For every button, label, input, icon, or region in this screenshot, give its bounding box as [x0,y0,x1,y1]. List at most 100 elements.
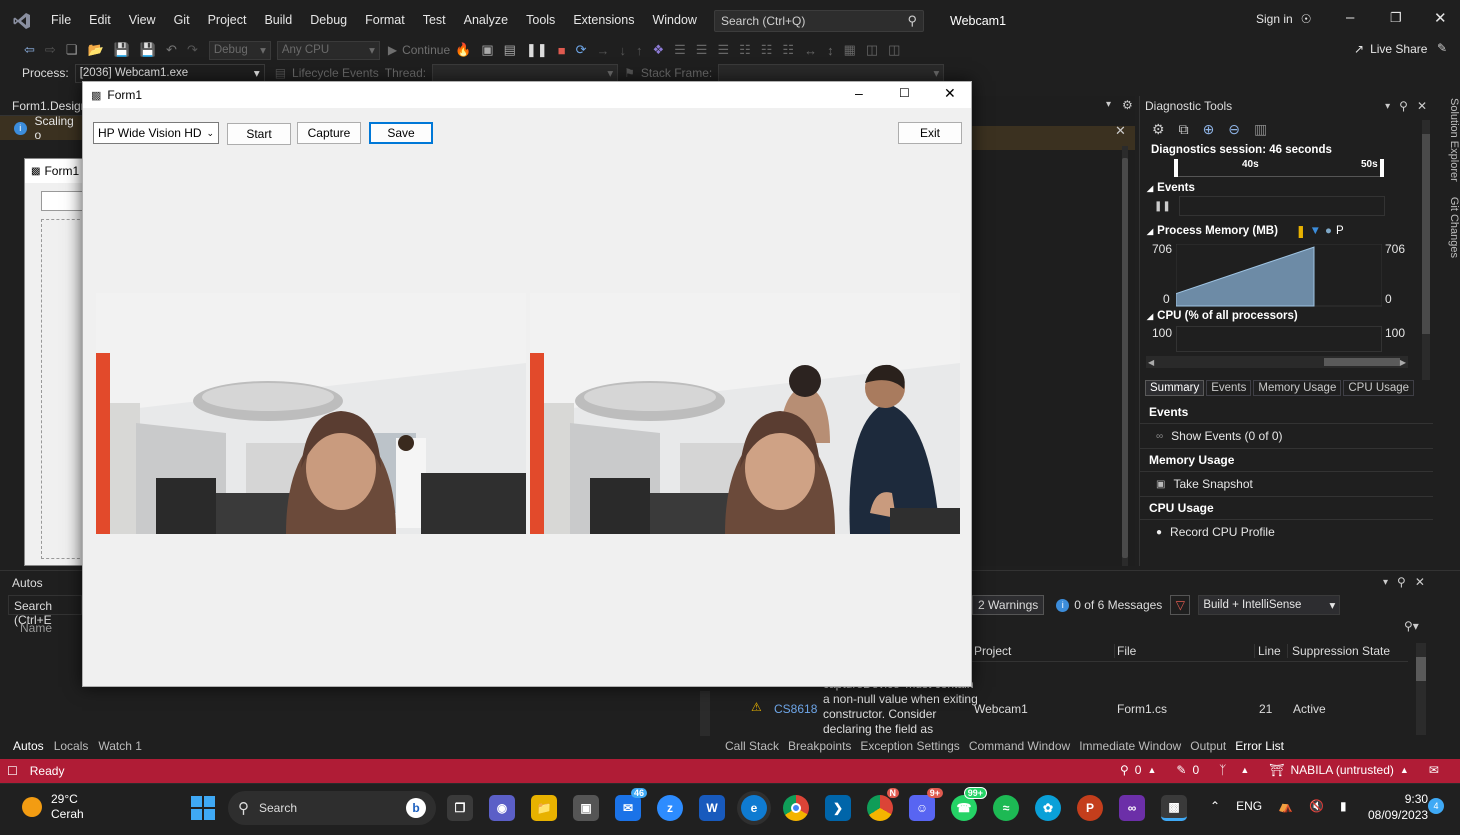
capture-button[interactable]: Capture [297,122,361,144]
form1-titlebar[interactable]: ▩ Form1 – ☐ ✕ [83,82,971,108]
flag-icon[interactable]: ⚑ [624,66,635,80]
minimize-icon[interactable]: – [1346,9,1354,26]
errors-icon[interactable]: ⚲ [1120,763,1129,777]
column-line[interactable]: Line [1255,643,1288,658]
messages-filter-button[interactable]: i 0 of 6 Messages [1056,598,1162,612]
exit-button[interactable]: Exit [898,122,962,144]
battery-icon[interactable]: ▮ [1340,799,1347,813]
align-top-icon[interactable]: ☷ [739,42,751,58]
take-snapshot-button[interactable]: ▣ Take Snapshot [1140,472,1433,496]
designer-picturebox[interactable] [41,219,85,559]
align-left-icon[interactable]: ☰ [674,42,686,58]
autos-search-input[interactable]: Search (Ctrl+E [8,595,82,627]
restart-icon[interactable]: ⟳ [576,42,587,58]
menu-build[interactable]: Build [255,13,301,27]
repo-icon[interactable]: ⛩ [1269,763,1284,777]
menu-view[interactable]: View [120,13,165,27]
warnings-filter-button[interactable]: 2 Warnings [972,595,1045,615]
thread-dropdown[interactable]: ▾ [432,63,619,83]
spotify-icon[interactable]: ≈ [993,795,1019,821]
mail-icon[interactable]: ✉ 46 [615,788,647,821]
tab-locals[interactable]: Locals [54,739,89,753]
step-into-icon[interactable]: ↓ [619,43,626,58]
errors-count[interactable]: 0 [1135,763,1142,777]
tab-command-window[interactable]: Command Window [969,739,1070,753]
autos-scrollbar[interactable] [700,691,710,736]
align-right-icon[interactable]: ☰ [717,42,729,58]
pencil-icon[interactable]: ✎ [1176,763,1186,777]
order-icon[interactable]: ◫ [888,42,900,58]
tab-watch-1[interactable]: Watch 1 [98,739,142,753]
git-changes-tab[interactable]: Git Changes [1448,197,1460,258]
settings-gear-icon[interactable]: ⚙ [1122,98,1133,112]
menu-git[interactable]: Git [165,13,199,27]
menu-debug[interactable]: Debug [301,13,356,27]
h-scroll-thumb[interactable] [1324,358,1400,366]
paint-icon[interactable]: ✿ [1035,795,1061,821]
speaker-muted-icon[interactable]: 🔇 [1309,799,1324,813]
diagnostics-toolbar-icon[interactable]: ❖ [652,42,664,58]
undo-icon[interactable]: ↶ [166,42,177,58]
export-icon[interactable]: ⧉ [1179,121,1189,138]
menu-test[interactable]: Test [414,13,455,27]
branch-icon[interactable]: ᛉ [1219,763,1226,777]
redo-icon[interactable]: ↷ [187,42,198,58]
word-icon[interactable]: W [699,795,725,821]
cpu-chart[interactable]: 100 100 [1140,322,1433,352]
timeline-start-handle[interactable] [1174,159,1178,177]
tray-overflow-icon[interactable]: ⌃ [1210,799,1220,813]
form-minimize-icon[interactable]: – [855,85,863,101]
panel-close-icon[interactable]: ✕ [1415,575,1425,589]
autos-name-column[interactable]: Name [20,621,52,635]
wifi-icon[interactable]: ⛺ [1278,799,1293,813]
column-file[interactable]: File [1115,643,1255,658]
process-dropdown[interactable]: [2036] Webcam1.exe ▾ [74,63,265,83]
pause-icon[interactable]: ❚❚ [526,42,548,58]
form-close-icon[interactable]: ✕ [944,85,956,102]
zoom-out-icon[interactable]: ⊖ [1228,121,1240,138]
feedback-icon[interactable]: ✎ [1437,41,1447,55]
status-user[interactable]: NABILA (untrusted) [1291,763,1394,777]
column-project[interactable]: Project [972,643,1115,658]
editor-scrollbar[interactable] [1122,146,1128,566]
errorlist-scroll-thumb[interactable] [1416,657,1426,681]
pin-icon[interactable]: ⚲ [1397,575,1406,589]
visual-studio-icon[interactable]: ∞ [1119,795,1145,821]
new-project-icon[interactable]: ❏ [66,42,78,58]
errorlist-scrollbar[interactable] [1416,643,1426,735]
stop-icon[interactable]: ■ [558,43,566,58]
timeline-end-handle[interactable] [1380,159,1384,177]
browse-icon[interactable]: ▣ [481,42,493,58]
error-row[interactable]: ⚠ CS8618 captureDevice' must contain a n… [745,679,1415,737]
vscode-icon[interactable]: ❯ [825,795,851,821]
tab-exception-settings[interactable]: Exception Settings [860,739,959,753]
step-over-icon[interactable]: → [596,43,609,58]
size-height-icon[interactable]: ↕ [827,43,834,58]
settings-icon[interactable]: ⚙ [1152,121,1165,138]
lifecycle-events-dropdown[interactable]: Lifecycle Events [292,66,379,80]
tab-cpu-usage[interactable]: CPU Usage [1343,380,1415,396]
spacing-icon[interactable]: ◫ [866,42,878,58]
designer-form-preview[interactable]: ▩ Form1 [24,158,85,566]
scroll-right-icon[interactable]: ▶ [1400,358,1406,367]
sign-in-area[interactable]: Sign in ☉ [1256,12,1311,26]
sign-in-link[interactable]: Sign in [1256,12,1293,26]
teams-icon[interactable]: ◉ [489,795,515,821]
file-explorer-icon[interactable]: 📁 [531,795,557,821]
language-indicator[interactable]: ENG [1236,799,1262,813]
build-intellisense-dropdown[interactable]: Build + IntelliSense ▾ [1198,595,1341,615]
scroll-left-icon[interactable]: ◀ [1148,358,1154,367]
timeline-horizontal-scrollbar[interactable]: ◀ ▶ [1146,356,1408,368]
panel-dropdown-icon[interactable]: ▾ [1383,577,1388,588]
weather-widget[interactable]: 29°C Cerah [22,792,84,822]
platform-dropdown[interactable]: Any CPU ▾ [276,40,380,60]
save-icon[interactable]: 💾 [114,42,130,58]
zoom-in-icon[interactable]: ⊕ [1203,121,1215,138]
powerpoint-icon[interactable]: P [1077,795,1103,821]
save-button[interactable]: Save [369,122,433,144]
whatsapp-icon[interactable]: ☎ 99+ [951,787,987,821]
account-icon[interactable]: ☉ [1301,12,1312,26]
menu-format[interactable]: Format [356,13,414,27]
menu-extensions[interactable]: Extensions [564,13,643,27]
align-bottom-icon[interactable]: ☷ [782,42,794,58]
